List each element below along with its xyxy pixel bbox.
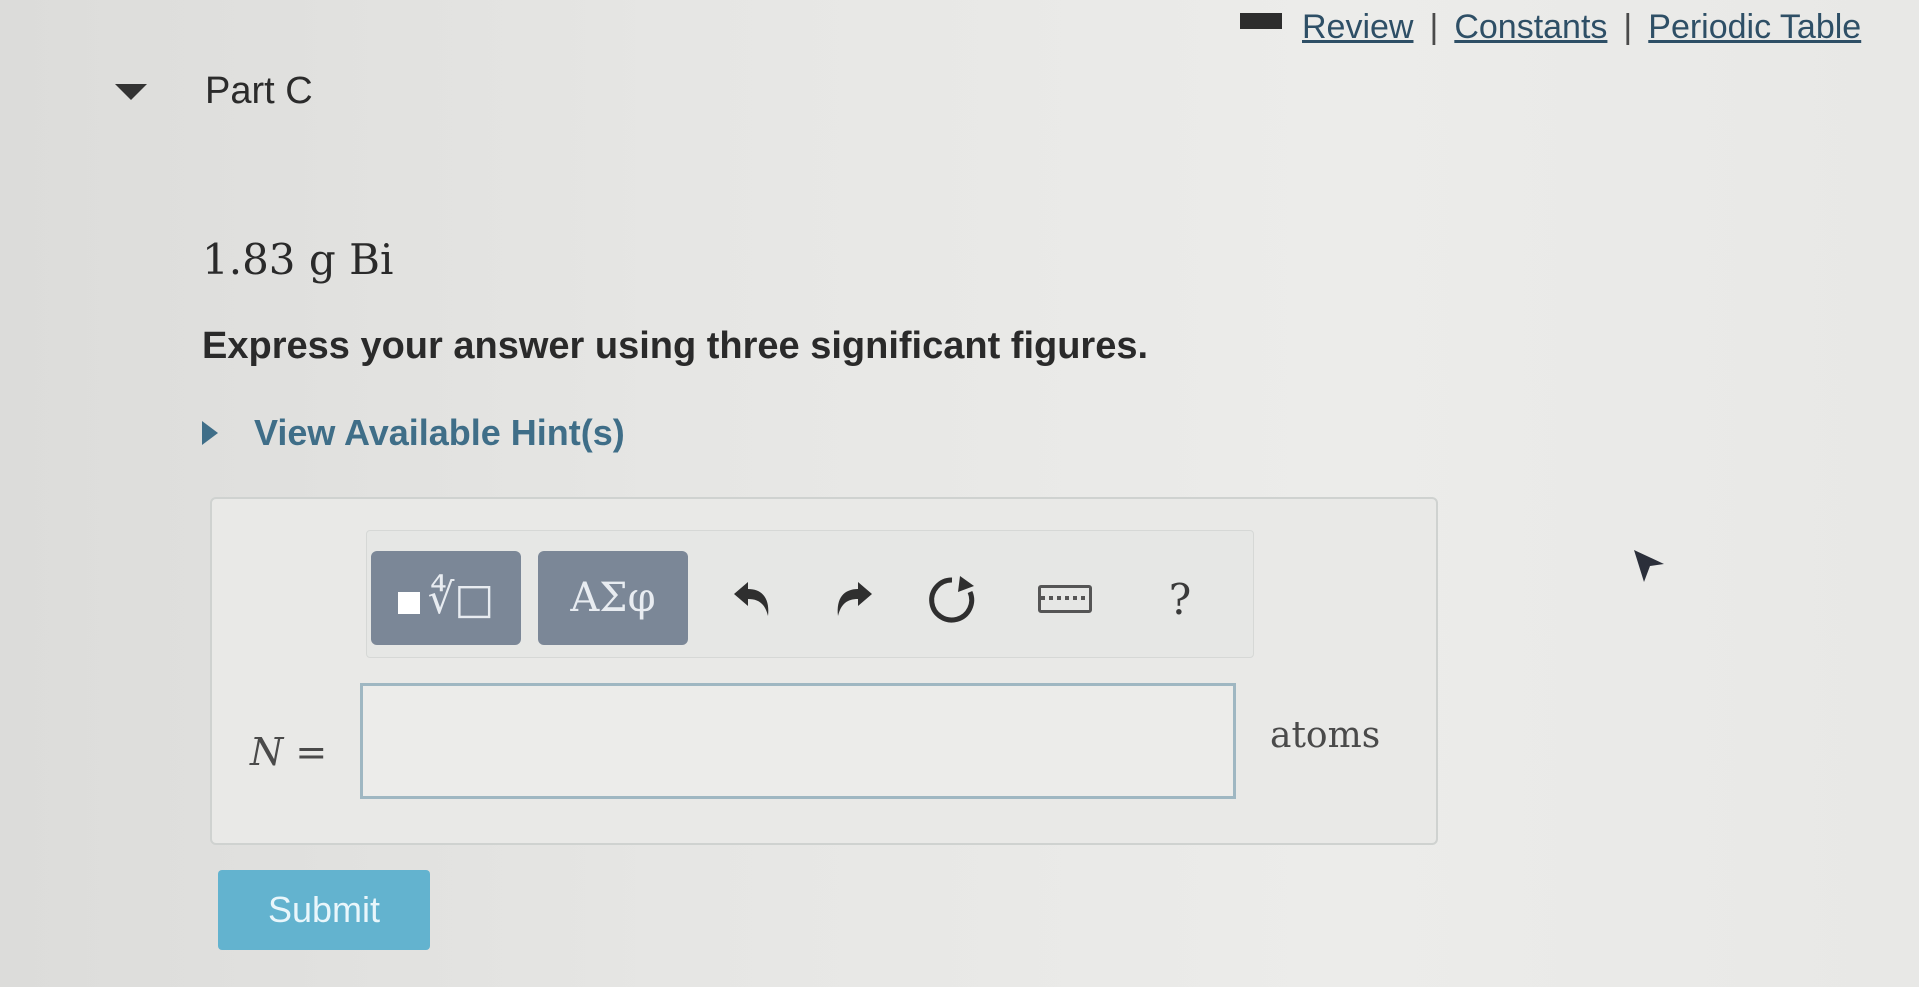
mouse-cursor-icon <box>1634 550 1664 582</box>
link-separator: | <box>1623 8 1633 46</box>
undo-icon <box>734 582 769 616</box>
page: Review | Constants | Periodic Table Part… <box>0 0 1919 987</box>
answer-variable-label: N = <box>250 730 328 774</box>
nth-root-icon: ∜□ <box>427 573 495 623</box>
given-quantity: 1.83 g Bi <box>202 235 394 284</box>
redo-icon <box>837 582 872 616</box>
collapse-triangle-icon[interactable] <box>115 83 147 100</box>
expand-triangle-icon <box>202 421 218 445</box>
templates-button[interactable]: ∜□ <box>371 551 521 645</box>
submit-button[interactable]: Submit <box>218 870 430 950</box>
reset-icon <box>929 576 975 623</box>
periodic-table-link[interactable]: Periodic Table <box>1648 8 1861 47</box>
part-header[interactable]: Part C <box>115 70 313 113</box>
review-link[interactable]: Review <box>1302 8 1413 47</box>
math-toolbar: ∜□ ΑΣφ ? <box>366 530 1254 658</box>
part-title: Part C <box>205 70 313 112</box>
keyboard-shortcuts-button[interactable] <box>1035 579 1095 619</box>
hints-label: View Available Hint(s) <box>254 412 625 453</box>
constants-link[interactable]: Constants <box>1454 8 1607 47</box>
answer-units: atoms <box>1270 715 1381 756</box>
answer-input[interactable] <box>360 683 1236 799</box>
help-button[interactable]: ? <box>1155 569 1205 629</box>
reset-button[interactable] <box>919 569 985 631</box>
instruction-text: Express your answer using three signific… <box>202 325 1149 367</box>
template-square-icon <box>397 592 420 614</box>
link-separator: | <box>1429 8 1439 46</box>
redo-button[interactable] <box>823 575 883 625</box>
view-hints-toggle[interactable]: View Available Hint(s) <box>202 412 625 454</box>
greek-symbols-button[interactable]: ΑΣφ <box>538 551 688 645</box>
undo-button[interactable] <box>723 575 783 625</box>
keyboard-icon <box>1038 585 1092 613</box>
resource-links: Review | Constants | Periodic Table <box>1240 8 1861 47</box>
book-icon <box>1240 12 1282 29</box>
